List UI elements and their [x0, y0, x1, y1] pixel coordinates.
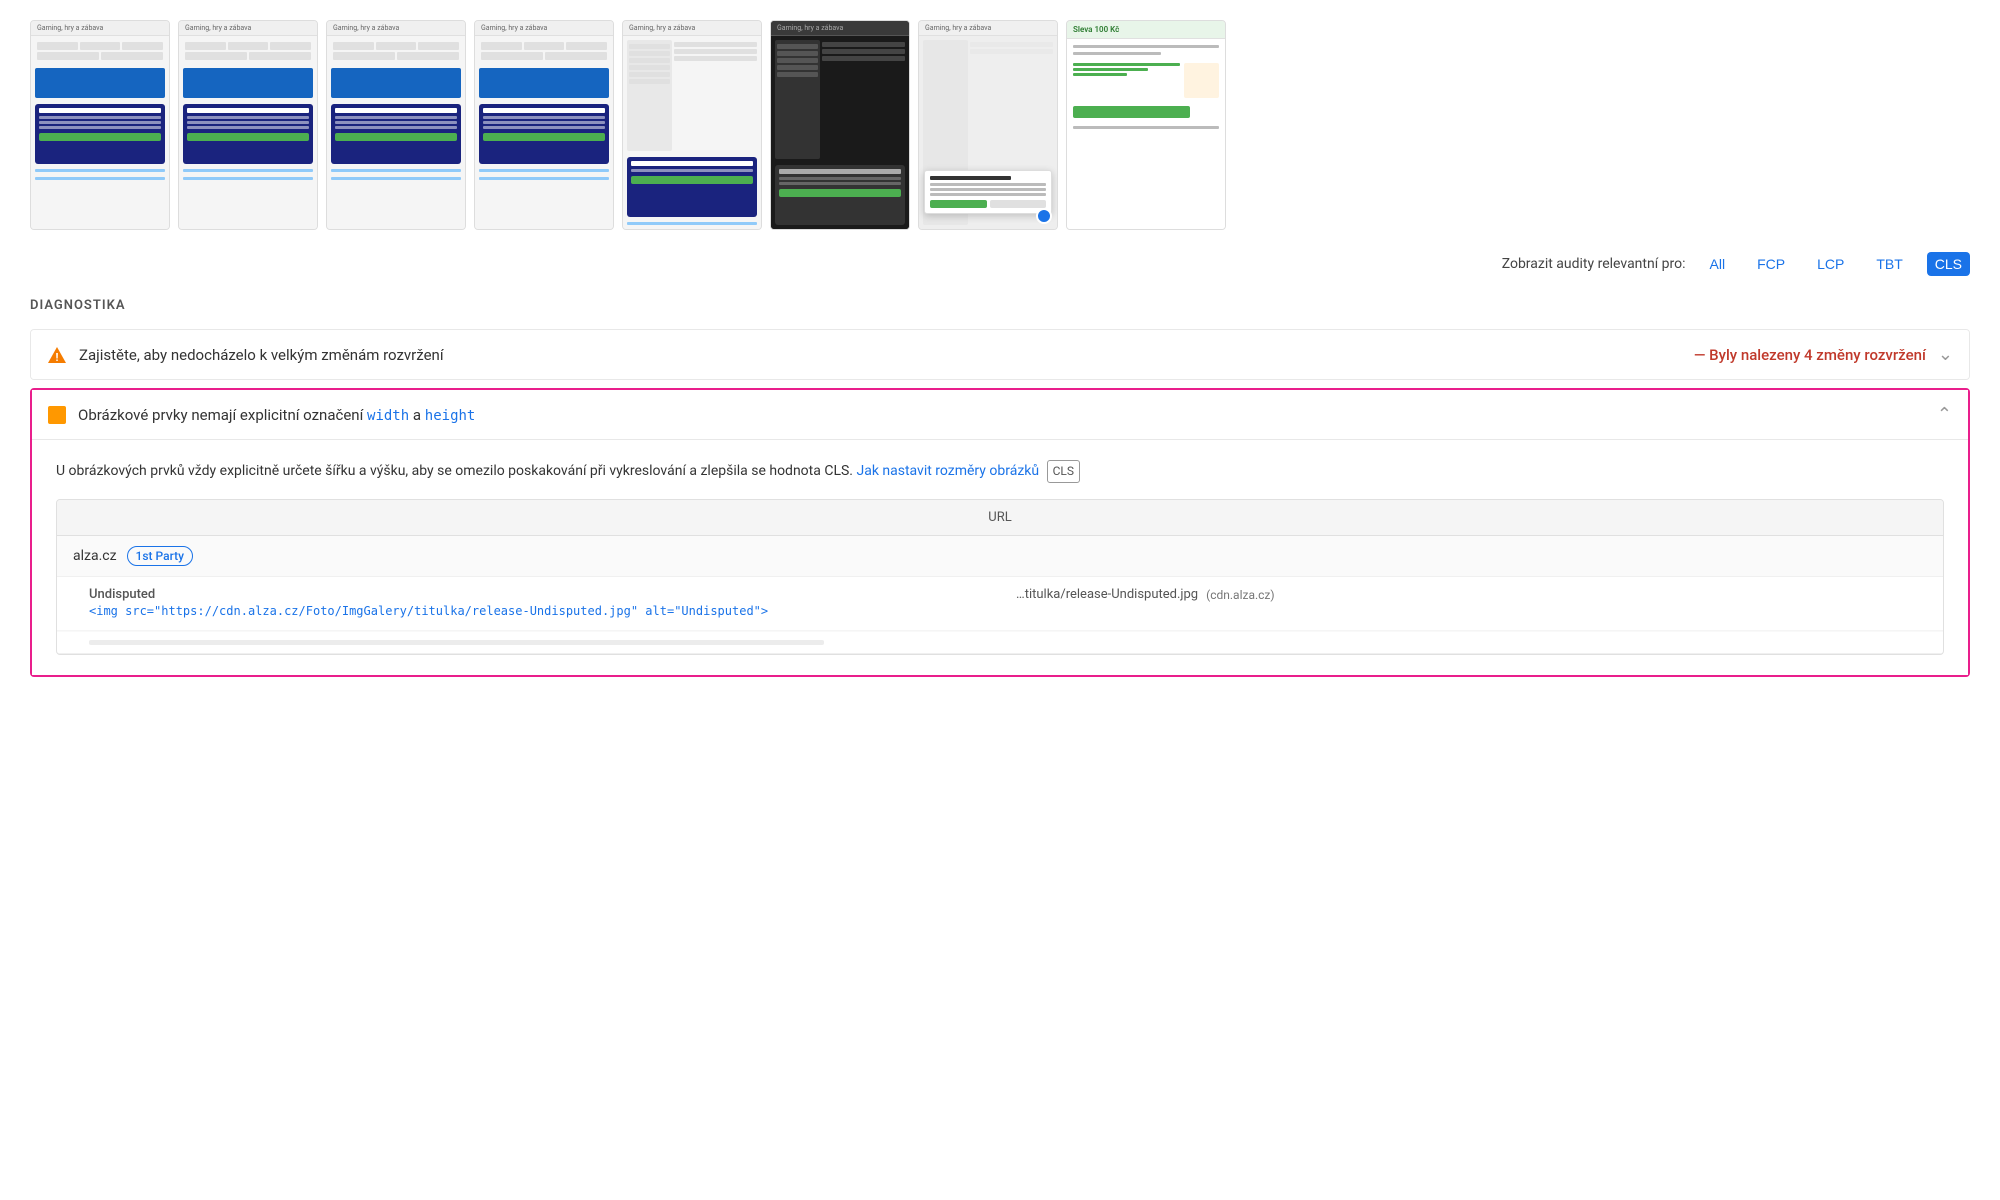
- audit-image-dimensions-title: Obrázkové prvky nemají explicitní označe…: [78, 406, 1925, 424]
- url-table-item-row-partial: [57, 631, 1943, 653]
- audit-item-image-dimensions: Obrázkové prvky nemají explicitní označe…: [30, 388, 1970, 677]
- filmstrip-item-1[interactable]: Gaming, hry a zábava: [30, 20, 170, 230]
- url-table-header: URL: [57, 500, 1943, 536]
- filmstrip-section: Gaming, hry a zábava: [0, 0, 2000, 240]
- audit-description: U obrázkových prvků vždy explicitně urče…: [56, 460, 1944, 483]
- filter-btn-cls[interactable]: CLS: [1927, 252, 1970, 276]
- diagnostika-title: DIAGNOSTIKA: [30, 298, 1970, 313]
- filter-btn-tbt[interactable]: TBT: [1868, 252, 1910, 276]
- filmstrip-item-4[interactable]: Gaming, hry a zábava: [474, 20, 614, 230]
- filmstrip-item-2[interactable]: Gaming, hry a zábava: [178, 20, 318, 230]
- url-table: URL alza.cz 1st Party Undisputed <img sr…: [56, 499, 1944, 655]
- filter-btn-lcp[interactable]: LCP: [1809, 252, 1852, 276]
- url-item-code: <img src="https://cdn.alza.cz/Foto/ImgGa…: [89, 602, 1000, 620]
- audit-expanded-content: U obrázkových prvků vždy explicitně urče…: [32, 439, 1968, 675]
- audit-layout-shifts-detail: — Byly nalezeny 4 změny rozvržení: [1694, 346, 1926, 364]
- filter-label: Zobrazit audity relevantní pro:: [1502, 256, 1686, 272]
- audit-item-image-dimensions-header[interactable]: Obrázkové prvky nemají explicitní označe…: [32, 390, 1968, 439]
- screenshot-header-4: Gaming, hry a zábava: [475, 21, 613, 36]
- how-to-link[interactable]: Jak nastavit rozměry obrázků: [856, 463, 1039, 479]
- filmstrip-item-5[interactable]: Gaming, hry a zábava: [622, 20, 762, 230]
- filter-btn-fcp[interactable]: FCP: [1749, 252, 1793, 276]
- url-table-domain-row: alza.cz 1st Party: [57, 536, 1943, 577]
- cls-badge: CLS: [1047, 460, 1080, 483]
- audit-item-layout-shifts: ! Zajistěte, aby nedocházelo k velkým zm…: [30, 329, 1970, 380]
- filmstrip-item-6[interactable]: Gaming, hry a zábava: [770, 20, 910, 230]
- screenshot-header-6: Gaming, hry a zábava: [771, 21, 909, 36]
- screenshot-header-7: Gaming, hry a zábava: [919, 21, 1057, 36]
- first-party-badge: 1st Party: [127, 546, 193, 566]
- audit-item-layout-shifts-header[interactable]: ! Zajistěte, aby nedocházelo k velkým zm…: [31, 330, 1969, 379]
- domain-name: alza.cz: [73, 548, 117, 564]
- diagnostika-section: DIAGNOSTIKA ! Zajistěte, aby nedocházelo…: [0, 288, 2000, 677]
- svg-text:!: !: [56, 351, 59, 364]
- filmstrip: Gaming, hry a zábava: [30, 20, 1970, 230]
- cdn-badge: (cdn.alza.cz): [1206, 588, 1274, 602]
- screenshot-header-2: Gaming, hry a zábava: [179, 21, 317, 36]
- expand-icon: ⌃: [1937, 404, 1952, 425]
- url-table-item-row: Undisputed <img src="https://cdn.alza.cz…: [57, 577, 1943, 631]
- screenshot-header-5: Gaming, hry a zábava: [623, 21, 761, 36]
- page-container: Gaming, hry a zábava: [0, 0, 2000, 1200]
- url-item-left: Undisputed <img src="https://cdn.alza.cz…: [89, 587, 1000, 620]
- filmstrip-item-7[interactable]: Gaming, hry a zábava: [918, 20, 1058, 230]
- filter-btn-all[interactable]: All: [1702, 252, 1734, 276]
- audit-filter-bar: Zobrazit audity relevantní pro: All FCP …: [0, 240, 2000, 288]
- screenshot-header-1: Gaming, hry a zábava: [31, 21, 169, 36]
- screenshot-header-3: Gaming, hry a zábava: [327, 21, 465, 36]
- orange-square-icon: [48, 406, 66, 424]
- screenshot-header-8: Sleva 100 Kč: [1067, 21, 1225, 39]
- url-item-url-display: …titulka/release-Undisputed.jpg: [1016, 587, 1198, 602]
- url-item-label: Undisputed: [89, 587, 1000, 602]
- filmstrip-item-8[interactable]: Sleva 100 Kč: [1066, 20, 1226, 230]
- audit-layout-shifts-title: Zajistěte, aby nedocházelo k velkým změn…: [79, 346, 1682, 364]
- warning-icon: !: [47, 345, 67, 365]
- collapse-icon: ⌄: [1938, 344, 1953, 365]
- url-item-right: …titulka/release-Undisputed.jpg (cdn.alz…: [1016, 587, 1927, 602]
- url-table-domain-group: alza.cz 1st Party Undisputed <img src="h…: [57, 536, 1943, 654]
- filmstrip-item-3[interactable]: Gaming, hry a zábava: [326, 20, 466, 230]
